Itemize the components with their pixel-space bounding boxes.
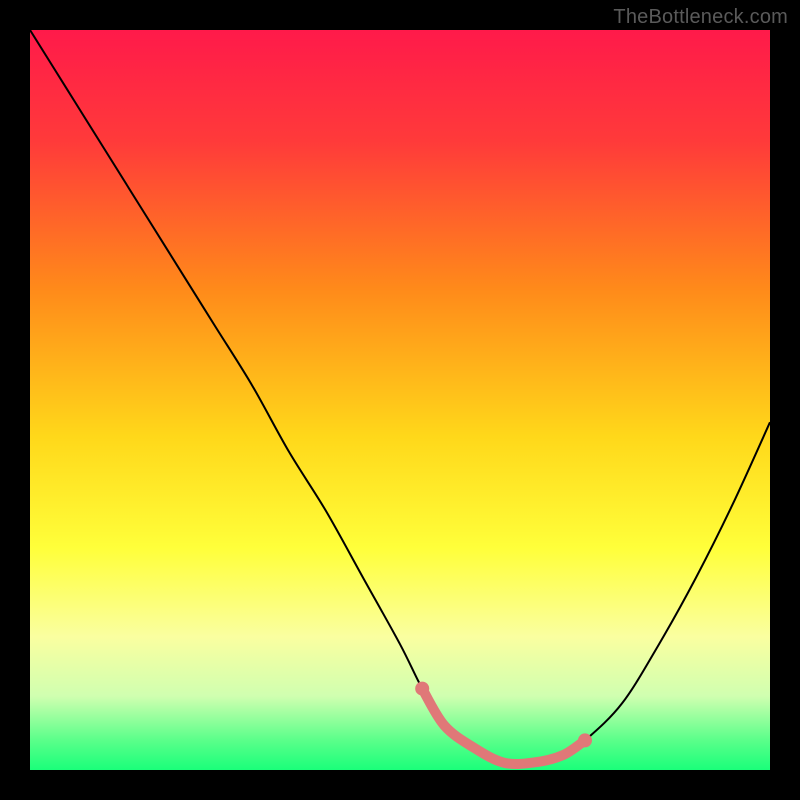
highlight-segment [422, 689, 585, 764]
curve-layer [30, 30, 770, 770]
bottleneck-curve [30, 30, 770, 764]
plot-area [30, 30, 770, 770]
chart-container: { "watermark": "TheBottleneck.com", "cha… [0, 0, 800, 800]
watermark-text: TheBottleneck.com [613, 6, 788, 29]
highlight-dot [415, 682, 429, 696]
highlight-dot [578, 733, 592, 747]
